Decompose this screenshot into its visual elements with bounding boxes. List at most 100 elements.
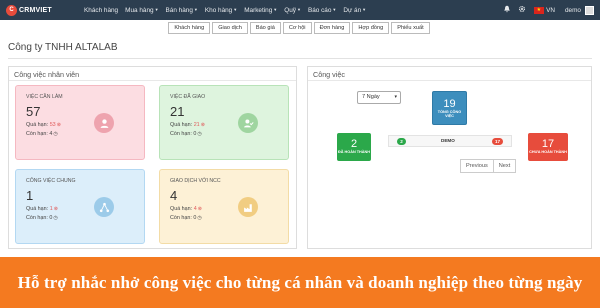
completed-tasks-label: Đã hoàn thành <box>337 150 371 154</box>
overdue-label: Quá hạn: <box>170 122 193 128</box>
uncompleted-tasks-value: 17 <box>541 138 555 150</box>
total-tasks-label: Tổng công việc <box>437 110 462 118</box>
card-title: Giao dịch với NCC <box>170 178 221 184</box>
nav-item-warehouse[interactable]: Kho hàng▼ <box>205 7 237 14</box>
shared-tasks-card[interactable]: Công việc chung 1 Quá hạn: 1⊗ Còn hạn: 0… <box>15 169 145 244</box>
overdue-value: 21 <box>193 122 200 128</box>
promo-banner: Hỗ trợ nhắc nhở công việc cho từng cá nh… <box>0 257 600 308</box>
card-title: Công việc chung <box>26 178 76 184</box>
gear-icon[interactable] <box>518 5 526 15</box>
remaining-value: 0 <box>49 215 53 221</box>
overdue-label: Quá hạn: <box>26 122 49 128</box>
subnav-orders-button[interactable]: Đơn hàng <box>313 22 351 34</box>
logo[interactable]: C CRMVIET <box>6 4 62 16</box>
uncompleted-badge: 17 <box>492 138 503 145</box>
clock-icon: ◷ <box>197 215 202 221</box>
uncompleted-tasks-box[interactable]: 17 Chưa hoàn thành <box>528 133 568 161</box>
subnav-opportunities-button[interactable]: Cơ hội <box>282 22 312 34</box>
subnav-transactions-button[interactable]: Giao dịch <box>212 22 248 34</box>
card-count: 21 <box>170 104 185 119</box>
nav-item-projects[interactable]: Dự án▼ <box>343 7 366 14</box>
banner-text: Hỗ trợ nhắc nhở công việc cho từng cá nh… <box>17 272 583 292</box>
tasks-summary-panel: Công việc 7 Ngày ▾ 19 Tổng công việc 2 Đ… <box>307 66 592 249</box>
page-title: Công ty TNHH ALTALAB <box>8 42 118 53</box>
remaining-value: 0 <box>193 215 197 221</box>
network-icon <box>94 197 114 217</box>
date-range-select[interactable]: 7 Ngày ▾ <box>357 91 401 104</box>
logo-mark-icon: C <box>6 4 17 16</box>
subnav-quotes-button[interactable]: Báo giá <box>249 22 281 34</box>
nav-item-purchasing[interactable]: Mua hàng▼ <box>125 7 158 14</box>
nav-item-marketing[interactable]: Marketing▼ <box>244 7 277 14</box>
remaining-label: Còn hạn: <box>170 215 192 221</box>
todo-card[interactable]: Việc cần làm 57 Quá hạn: 53⊗ Còn hạn: 4◷ <box>15 85 145 160</box>
remaining-label: Còn hạn: <box>26 215 48 221</box>
completed-badge: 2 <box>397 138 406 145</box>
top-navbar: C CRMVIET Khách hàng Mua hàng▼ Bán hàng▼… <box>0 0 600 20</box>
factory-icon <box>238 197 258 217</box>
remaining-line: Còn hạn: 0◷ <box>170 131 278 137</box>
assigned-card[interactable]: Việc đã giao 21 Quá hạn: 21⊗ Còn hạn: 0◷ <box>159 85 289 160</box>
divider <box>8 58 592 59</box>
chevron-down-icon: ▾ <box>394 94 397 100</box>
remaining-line: Còn hạn: 0◷ <box>26 215 134 221</box>
date-range-value: 7 Ngày <box>362 94 380 100</box>
nav-item-reports[interactable]: Báo cáo▼ <box>308 7 336 14</box>
remaining-label: Còn hạn: <box>26 131 48 137</box>
alert-icon: ⊗ <box>200 122 205 128</box>
overdue-value: 4 <box>193 206 197 212</box>
card-title: Việc cần làm <box>26 94 63 100</box>
nav-item-label: Bán hàng <box>165 6 193 14</box>
vietnam-flag-icon[interactable] <box>534 6 545 14</box>
user-icon <box>94 113 114 133</box>
subnav-delivery-notes-button[interactable]: Phiếu xuất <box>391 22 430 34</box>
next-button[interactable]: Next <box>493 159 517 173</box>
completed-tasks-box[interactable]: 2 Đã hoàn thành <box>337 133 371 161</box>
supplier-transactions-card[interactable]: Giao dịch với NCC 4 Quá hạn: 4⊗ Còn hạn:… <box>159 169 289 244</box>
card-count: 4 <box>170 188 178 203</box>
sub-navigation: Khách hàng Giao dịch Báo giá Cơ hội Đơn … <box>0 22 600 34</box>
caret-down-icon: ▼ <box>273 7 278 13</box>
overdue-line: Quá hạn: 53⊗ <box>26 122 134 128</box>
user-task-row: 2 DEMO 17 <box>388 135 512 147</box>
clock-icon: ◷ <box>53 131 58 137</box>
subnav-customers-button[interactable]: Khách hàng <box>168 22 211 34</box>
username[interactable]: demo <box>565 7 581 14</box>
overdue-value: 53 <box>49 122 56 128</box>
caret-down-icon: ▼ <box>233 7 238 13</box>
row-user-label: DEMO <box>441 138 455 143</box>
nav-item-label: Báo cáo <box>307 6 332 14</box>
remaining-line: Còn hạn: 4◷ <box>26 131 134 137</box>
remaining-value: 0 <box>193 131 197 137</box>
remaining-line: Còn hạn: 0◷ <box>170 215 278 221</box>
bell-icon[interactable] <box>503 5 511 15</box>
pagination: Previous Next <box>460 159 517 173</box>
caret-down-icon: ▼ <box>296 7 301 13</box>
nav-item-label: Dự án <box>343 6 362 14</box>
subnav-contracts-button[interactable]: Hợp đồng <box>352 22 390 34</box>
avatar[interactable] <box>585 5 594 15</box>
caret-down-icon: ▼ <box>154 7 159 13</box>
caret-down-icon: ▼ <box>193 7 198 13</box>
card-count: 57 <box>26 104 41 119</box>
overdue-value: 1 <box>49 206 53 212</box>
total-tasks-value: 19 <box>443 98 456 110</box>
overdue-line: Quá hạn: 21⊗ <box>170 122 278 128</box>
nav-item-label: Kho hàng <box>204 6 233 14</box>
previous-button[interactable]: Previous <box>460 159 494 173</box>
completed-tasks-value: 2 <box>350 138 358 150</box>
nav-item-funds[interactable]: Quỹ▼ <box>284 7 301 14</box>
card-count: 1 <box>26 188 34 203</box>
nav-item-sales[interactable]: Bán hàng▼ <box>166 7 198 14</box>
employee-tasks-panel: Công việc nhân viên Việc cần làm 57 Quá … <box>8 66 297 249</box>
caret-down-icon: ▼ <box>362 7 367 13</box>
user-check-icon <box>238 113 258 133</box>
caret-down-icon: ▼ <box>332 7 337 13</box>
overdue-label: Quá hạn: <box>170 206 193 212</box>
overdue-line: Quá hạn: 1⊗ <box>26 206 134 212</box>
nav-item-customers[interactable]: Khách hàng <box>84 7 118 14</box>
language-label[interactable]: VN <box>546 7 555 14</box>
total-tasks-box[interactable]: 19 Tổng công việc <box>432 91 467 125</box>
overdue-line: Quá hạn: 4⊗ <box>170 206 278 212</box>
clock-icon: ◷ <box>53 215 58 221</box>
